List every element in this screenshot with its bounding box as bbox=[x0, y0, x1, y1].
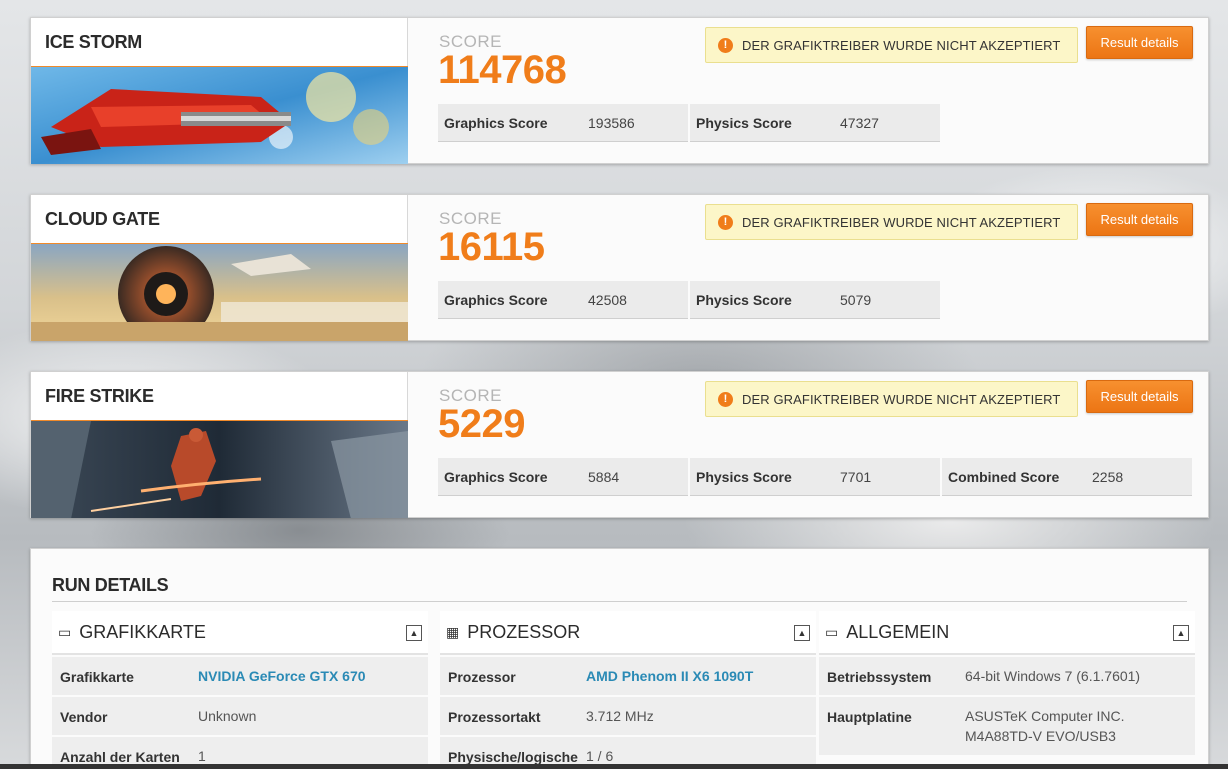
test-card-fire-strike: FIRE STRIKE SCORE 5229 ! DER GRAFIKTREIB… bbox=[30, 371, 1209, 518]
test-header: FIRE STRIKE bbox=[31, 372, 408, 518]
test-thumbnail bbox=[31, 243, 408, 341]
driver-warning: ! DER GRAFIKTREIBER WURDE NICHT AKZEPTIE… bbox=[705, 381, 1078, 417]
detail-row: Vendor Unknown bbox=[52, 697, 428, 735]
warning-text: DER GRAFIKTREIBER WURDE NICHT AKZEPTIERT bbox=[742, 391, 1061, 407]
panel-header: ▦ PROZESSOR ▲ bbox=[440, 611, 816, 655]
run-details-title: RUN DETAILS bbox=[52, 575, 169, 595]
gpu-link[interactable]: NVIDIA GeForce GTX 670 bbox=[198, 666, 428, 695]
result-details-button[interactable]: Result details bbox=[1086, 203, 1193, 236]
warning-text: DER GRAFIKTREIBER WURDE NICHT AKZEPTIERT bbox=[742, 37, 1061, 53]
detail-value: ASUSTeK Computer INC. M4A88TD-V EVO/USB3 bbox=[965, 706, 1195, 755]
test-card-cloud-gate: CLOUD GATE SCORE 16115 ! DER GRAFIKTREIB… bbox=[30, 194, 1209, 341]
score-value: 16115 bbox=[438, 225, 545, 269]
detail-value: Unknown bbox=[198, 708, 257, 724]
metric-label: Graphics Score bbox=[444, 468, 548, 485]
score-value: 5229 bbox=[438, 402, 525, 446]
panel-title: GRAFIKKARTE bbox=[79, 621, 206, 642]
taskbar-strip bbox=[0, 764, 1228, 769]
detail-row: Prozessor AMD Phenom II X6 1090T bbox=[440, 657, 816, 695]
warning-text: DER GRAFIKTREIBER WURDE NICHT AKZEPTIERT bbox=[742, 214, 1061, 230]
warning-icon: ! bbox=[718, 37, 733, 53]
metric-label: Graphics Score bbox=[444, 114, 548, 131]
monitor-icon: ▭ bbox=[58, 623, 72, 640]
test-name: CLOUD GATE bbox=[45, 209, 160, 229]
collapse-icon[interactable]: ▲ bbox=[406, 625, 422, 641]
sub-scores: Graphics Score 5884 Physics Score 7701 C… bbox=[438, 458, 1194, 496]
cpu-link[interactable]: AMD Phenom II X6 1090T bbox=[586, 666, 816, 695]
test-name: ICE STORM bbox=[45, 32, 142, 52]
run-details-section: RUN DETAILS ▭ GRAFIKKARTE ▲ Grafikkarte … bbox=[30, 548, 1209, 769]
metric-label: Combined Score bbox=[948, 468, 1060, 485]
panel-grafikkarte: ▭ GRAFIKKARTE ▲ Grafikkarte NVIDIA GeFor… bbox=[52, 611, 428, 769]
panel-header: ▭ ALLGEMEIN ▲ bbox=[819, 611, 1195, 655]
detail-row: Hauptplatine ASUSTeK Computer INC. M4A88… bbox=[819, 697, 1195, 755]
collapse-icon[interactable]: ▲ bbox=[1173, 625, 1189, 641]
panel-header: ▭ GRAFIKKARTE ▲ bbox=[52, 611, 428, 655]
panel-prozessor: ▦ PROZESSOR ▲ Prozessor AMD Phenom II X6… bbox=[440, 611, 816, 769]
detail-label: Grafikkarte bbox=[60, 669, 134, 685]
detail-label: Prozessor bbox=[448, 669, 516, 685]
warning-icon: ! bbox=[718, 391, 733, 407]
physics-score: Physics Score 5079 bbox=[690, 281, 940, 319]
warning-icon: ! bbox=[718, 214, 733, 230]
panel-title: PROZESSOR bbox=[467, 621, 581, 642]
score-value: 114768 bbox=[438, 48, 567, 92]
metric-label: Physics Score bbox=[696, 468, 792, 485]
panel-title: ALLGEMEIN bbox=[846, 621, 950, 642]
detail-value-line: M4A88TD-V EVO/USB3 bbox=[965, 728, 1116, 744]
detail-value-line: ASUSTeK Computer INC. bbox=[965, 708, 1125, 724]
metric-value: 7701 bbox=[840, 468, 872, 485]
detail-row: Prozessortakt 3.712 MHz bbox=[440, 697, 816, 735]
metric-value: 2258 bbox=[1092, 468, 1124, 485]
collapse-icon[interactable]: ▲ bbox=[794, 625, 810, 641]
detail-value: 64-bit Windows 7 (6.1.7601) bbox=[965, 668, 1141, 684]
divider bbox=[52, 601, 1187, 602]
panel-allgemein: ▭ ALLGEMEIN ▲ Betriebssystem 64-bit Wind… bbox=[819, 611, 1195, 755]
detail-label: Prozessortakt bbox=[448, 709, 541, 725]
test-card-ice-storm: ICE STORM SCORE 114768 ! DER GRAFIKTREIB… bbox=[30, 17, 1209, 164]
graphics-score: Graphics Score 193586 bbox=[438, 104, 688, 142]
metric-label: Physics Score bbox=[696, 114, 792, 131]
metric-label: Physics Score bbox=[696, 291, 792, 308]
graphics-score: Graphics Score 5884 bbox=[438, 458, 688, 496]
graphics-score: Graphics Score 42508 bbox=[438, 281, 688, 319]
detail-label: Betriebssystem bbox=[827, 669, 932, 685]
physics-score: Physics Score 7701 bbox=[690, 458, 940, 496]
test-name: FIRE STRIKE bbox=[45, 386, 154, 406]
test-header: ICE STORM bbox=[31, 18, 408, 164]
test-thumbnail bbox=[31, 420, 408, 518]
detail-label: Vendor bbox=[60, 709, 108, 725]
driver-warning: ! DER GRAFIKTREIBER WURDE NICHT AKZEPTIE… bbox=[705, 27, 1078, 63]
metric-value: 42508 bbox=[588, 291, 627, 308]
detail-value: 3.712 MHz bbox=[586, 708, 654, 724]
metric-label: Graphics Score bbox=[444, 291, 548, 308]
result-details-button[interactable]: Result details bbox=[1086, 26, 1193, 59]
detail-label: Hauptplatine bbox=[827, 709, 912, 725]
sub-scores: Graphics Score 42508 Physics Score 5079 bbox=[438, 281, 942, 319]
detail-row: Betriebssystem 64-bit Windows 7 (6.1.760… bbox=[819, 657, 1195, 695]
test-thumbnail bbox=[31, 66, 408, 164]
sub-scores: Graphics Score 193586 Physics Score 4732… bbox=[438, 104, 942, 142]
driver-warning: ! DER GRAFIKTREIBER WURDE NICHT AKZEPTIE… bbox=[705, 204, 1078, 240]
cpu-icon: ▦ bbox=[446, 623, 460, 640]
metric-value: 5884 bbox=[588, 468, 620, 485]
test-header: CLOUD GATE bbox=[31, 195, 408, 341]
detail-row: Grafikkarte NVIDIA GeForce GTX 670 bbox=[52, 657, 428, 695]
physics-score: Physics Score 47327 bbox=[690, 104, 940, 142]
metric-value: 47327 bbox=[840, 114, 879, 131]
metric-value: 193586 bbox=[588, 114, 635, 131]
combined-score: Combined Score 2258 bbox=[942, 458, 1192, 496]
metric-value: 5079 bbox=[840, 291, 872, 308]
result-details-button[interactable]: Result details bbox=[1086, 380, 1193, 413]
laptop-icon: ▭ bbox=[825, 623, 839, 640]
